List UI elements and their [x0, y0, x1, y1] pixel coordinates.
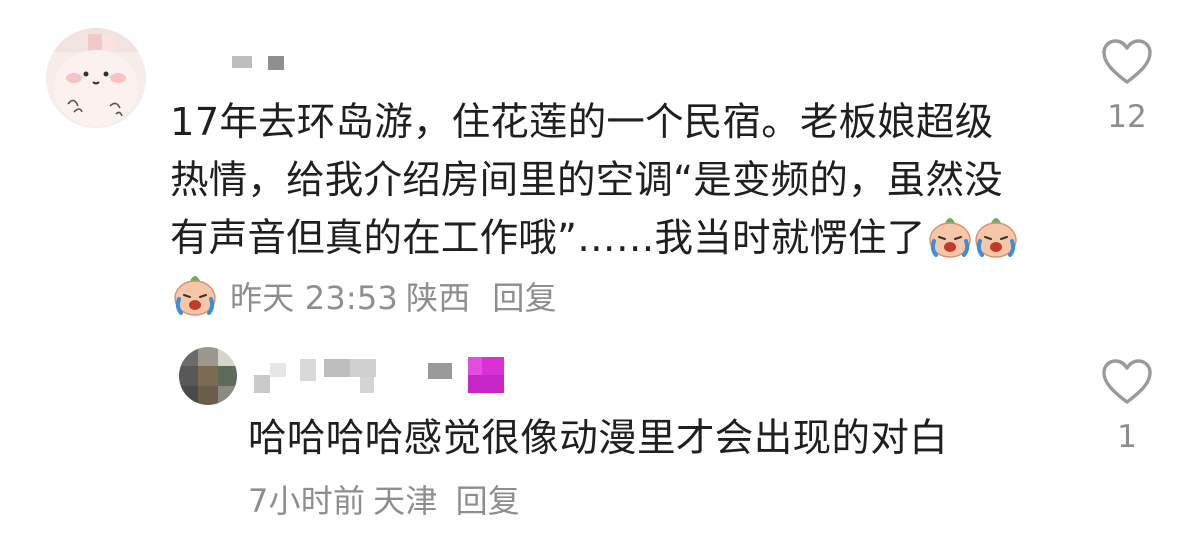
crying-peach-emoji-icon	[174, 276, 216, 316]
avatar[interactable]	[44, 26, 148, 130]
comment-location: 陕西	[406, 279, 471, 317]
reply-location: 天津	[373, 482, 438, 520]
comment-meta: 昨天 23:53 陕西 回复	[230, 279, 565, 317]
like-button[interactable]: 12	[1087, 38, 1167, 134]
username-masked[interactable]	[232, 52, 292, 72]
reply-time: 7小时前	[248, 482, 366, 520]
like-count: 12	[1107, 99, 1147, 135]
crying-peach-emoji-icon	[929, 218, 972, 258]
reply-like-count: 1	[1117, 419, 1137, 455]
comment-text: 17年去环岛游，住花莲的一个民宿。老板娘超级热情，给我介绍房间里的空调“是变频的…	[170, 100, 1003, 261]
crying-peach-emoji-icon	[975, 218, 1018, 258]
heart-icon[interactable]	[1101, 38, 1153, 86]
reply-avatar[interactable]	[178, 346, 238, 406]
reply-button[interactable]: 回复	[492, 279, 556, 317]
heart-icon[interactable]	[1101, 358, 1153, 406]
reply-meta: 7小时前 天津 回复	[248, 478, 528, 524]
comment-body: 17年去环岛游，住花莲的一个民宿。老板娘超级热情，给我介绍房间里的空调“是变频的…	[170, 94, 1030, 327]
reply-reply-button[interactable]: 回复	[456, 482, 520, 520]
reply-text: 哈哈哈哈感觉很像动漫里才会出现的对白	[248, 416, 949, 461]
reply-like-button[interactable]: 1	[1087, 358, 1167, 454]
reply-username-masked[interactable]	[248, 355, 518, 400]
comment-time: 昨天 23:53	[230, 279, 398, 317]
